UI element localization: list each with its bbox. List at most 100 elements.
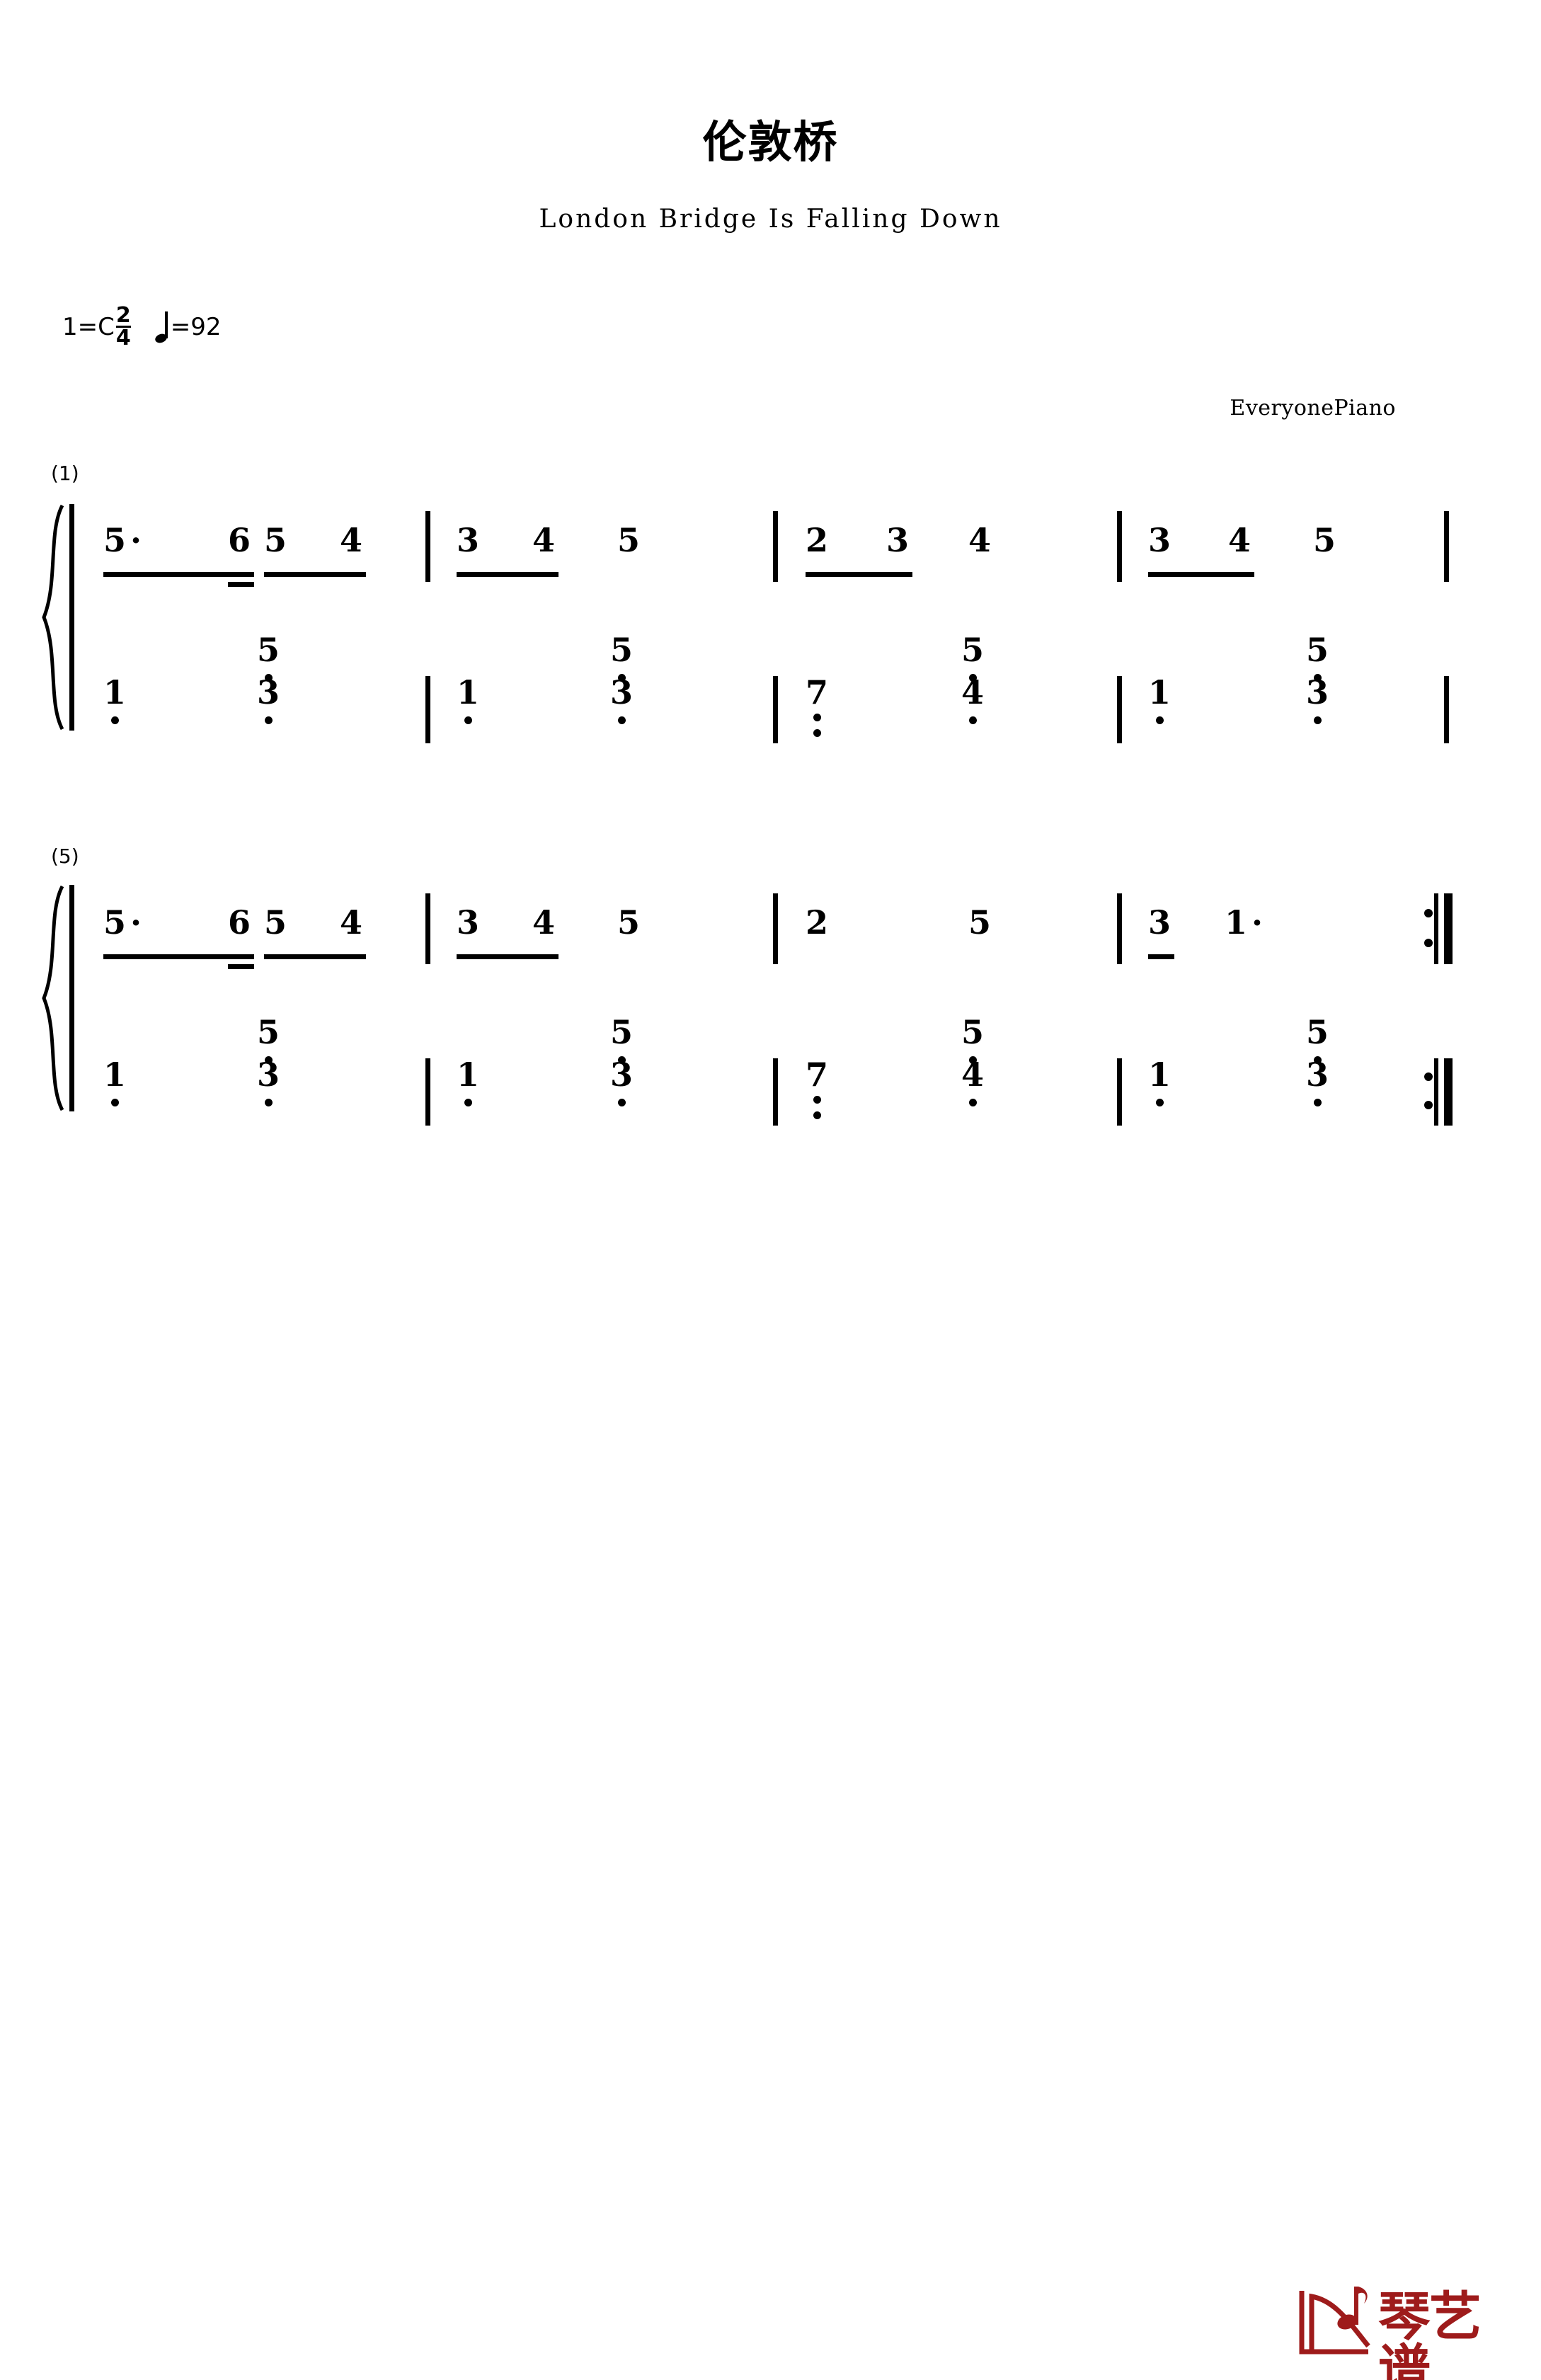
melody-note: 5 [1313, 521, 1336, 559]
chord-note-upper: 5 [961, 1013, 985, 1051]
chord-note-upper: 5 [961, 631, 985, 669]
beam-line [1148, 954, 1174, 959]
repeat-dot [1424, 1101, 1433, 1109]
chord-note-lower: 3 [610, 1055, 634, 1094]
melody-note: 6 [228, 903, 251, 942]
melody-note: 2 [806, 521, 829, 559]
barline [773, 676, 778, 743]
beam-line-second [228, 964, 254, 969]
repeat-dot [1424, 909, 1433, 917]
augmentation-dot: · [130, 903, 142, 942]
barline [425, 676, 430, 743]
bass-note: 1 [457, 673, 480, 711]
repeat-end-sign-bass [1424, 1058, 1455, 1126]
system-start-barline-2 [69, 885, 74, 1111]
chord-note-upper: 5 [610, 631, 634, 669]
barline [1117, 676, 1122, 743]
melody-note: 5 [264, 903, 287, 942]
chord-note-lower: 3 [257, 673, 280, 711]
grand-staff-brace-1 [41, 504, 67, 731]
chord-note-lower: 3 [610, 673, 634, 711]
barline [425, 1058, 430, 1126]
bass-chord: 5 3 [1306, 634, 1334, 726]
bass-chord: 5 3 [610, 634, 638, 726]
key-signature: 1=C [62, 312, 115, 341]
melody-note: 3 [457, 521, 480, 559]
melody-note: 1 [1225, 903, 1248, 942]
beam-line [457, 572, 558, 577]
bass-note: 1 [103, 673, 127, 711]
barline [425, 511, 430, 582]
bass-chord: 5 3 [257, 1016, 285, 1108]
chord-note-upper: 5 [1306, 631, 1329, 669]
chord-note-upper: 5 [257, 631, 280, 669]
measure-number-1: (1) [51, 462, 79, 485]
barline [425, 893, 430, 964]
barline [773, 511, 778, 582]
melody-note: 3 [1148, 521, 1171, 559]
beam-line [457, 954, 558, 959]
octave-dot-below [618, 1099, 626, 1106]
octave-dot-below [1156, 716, 1164, 724]
octave-dot-below [1314, 1099, 1322, 1106]
measure-number-5: (5) [51, 845, 79, 868]
tempo-block: 1=C 2 4 =92 [62, 303, 222, 350]
page-title-chinese: 伦敦桥 [702, 116, 839, 168]
octave-dot-below [813, 1096, 821, 1104]
barline [1117, 511, 1122, 582]
bass-chord: 5 3 [257, 634, 285, 726]
site-logo[interactable]: 琴艺谱 [1295, 2281, 1507, 2380]
barline [773, 893, 778, 964]
melody-note: 4 [340, 521, 363, 559]
chord-note-lower: 3 [257, 1055, 280, 1094]
octave-dot-below [1314, 716, 1322, 724]
bass-note: 1 [1148, 673, 1171, 711]
system-end-barline [1444, 676, 1449, 743]
grand-staff-brace-2 [41, 885, 67, 1111]
sheet-music-page: 伦敦桥 London Bridge Is Falling Down 1=C 2 … [0, 0, 1541, 2380]
beam-line-second [228, 582, 254, 587]
page-subtitle-english: London Bridge Is Falling Down [539, 205, 1002, 234]
melody-note: 4 [1228, 521, 1251, 559]
melody-note: 4 [340, 903, 363, 942]
bass-note: 1 [103, 1055, 127, 1094]
melody-note: 2 [806, 903, 829, 942]
octave-dot-below [813, 1111, 821, 1119]
octave-dot-below [1156, 1099, 1164, 1106]
bass-chord: 5 4 [961, 634, 990, 726]
octave-dot-below [111, 1099, 119, 1106]
augmentation-dot: · [130, 521, 142, 559]
time-signature-numerator: 2 [115, 303, 131, 328]
chord-note-lower: 3 [1306, 673, 1329, 711]
melody-note: 4 [532, 903, 556, 942]
barline [1117, 1058, 1122, 1126]
beam-line [806, 572, 912, 577]
melody-note: 5 [103, 903, 127, 942]
barline [1117, 893, 1122, 964]
octave-dot-below [265, 716, 273, 724]
melody-note: 3 [1148, 903, 1171, 942]
chord-note-lower: 3 [1306, 1055, 1329, 1094]
melody-note: 5 [617, 903, 641, 942]
octave-dot-below [618, 716, 626, 724]
octave-dot-below [464, 1099, 472, 1106]
octave-dot-below [969, 716, 977, 724]
octave-dot-below [464, 716, 472, 724]
repeat-dot [1424, 1072, 1433, 1081]
melody-note: 3 [457, 903, 480, 942]
bass-note: 7 [806, 673, 829, 711]
beam-line [103, 572, 254, 577]
beam-line [1148, 572, 1254, 577]
octave-dot-below [265, 1099, 273, 1106]
melody-note: 4 [968, 521, 992, 559]
beam-line [264, 954, 366, 959]
melody-note: 6 [228, 521, 251, 559]
bass-note: 1 [457, 1055, 480, 1094]
bass-note: 7 [806, 1055, 829, 1094]
quarter-note-icon [154, 311, 169, 345]
chord-note-lower: 4 [961, 1055, 985, 1094]
time-signature-denominator: 4 [115, 325, 131, 350]
chord-note-upper: 5 [610, 1013, 634, 1051]
beam-line [103, 954, 254, 959]
bass-chord: 5 3 [1306, 1016, 1334, 1108]
